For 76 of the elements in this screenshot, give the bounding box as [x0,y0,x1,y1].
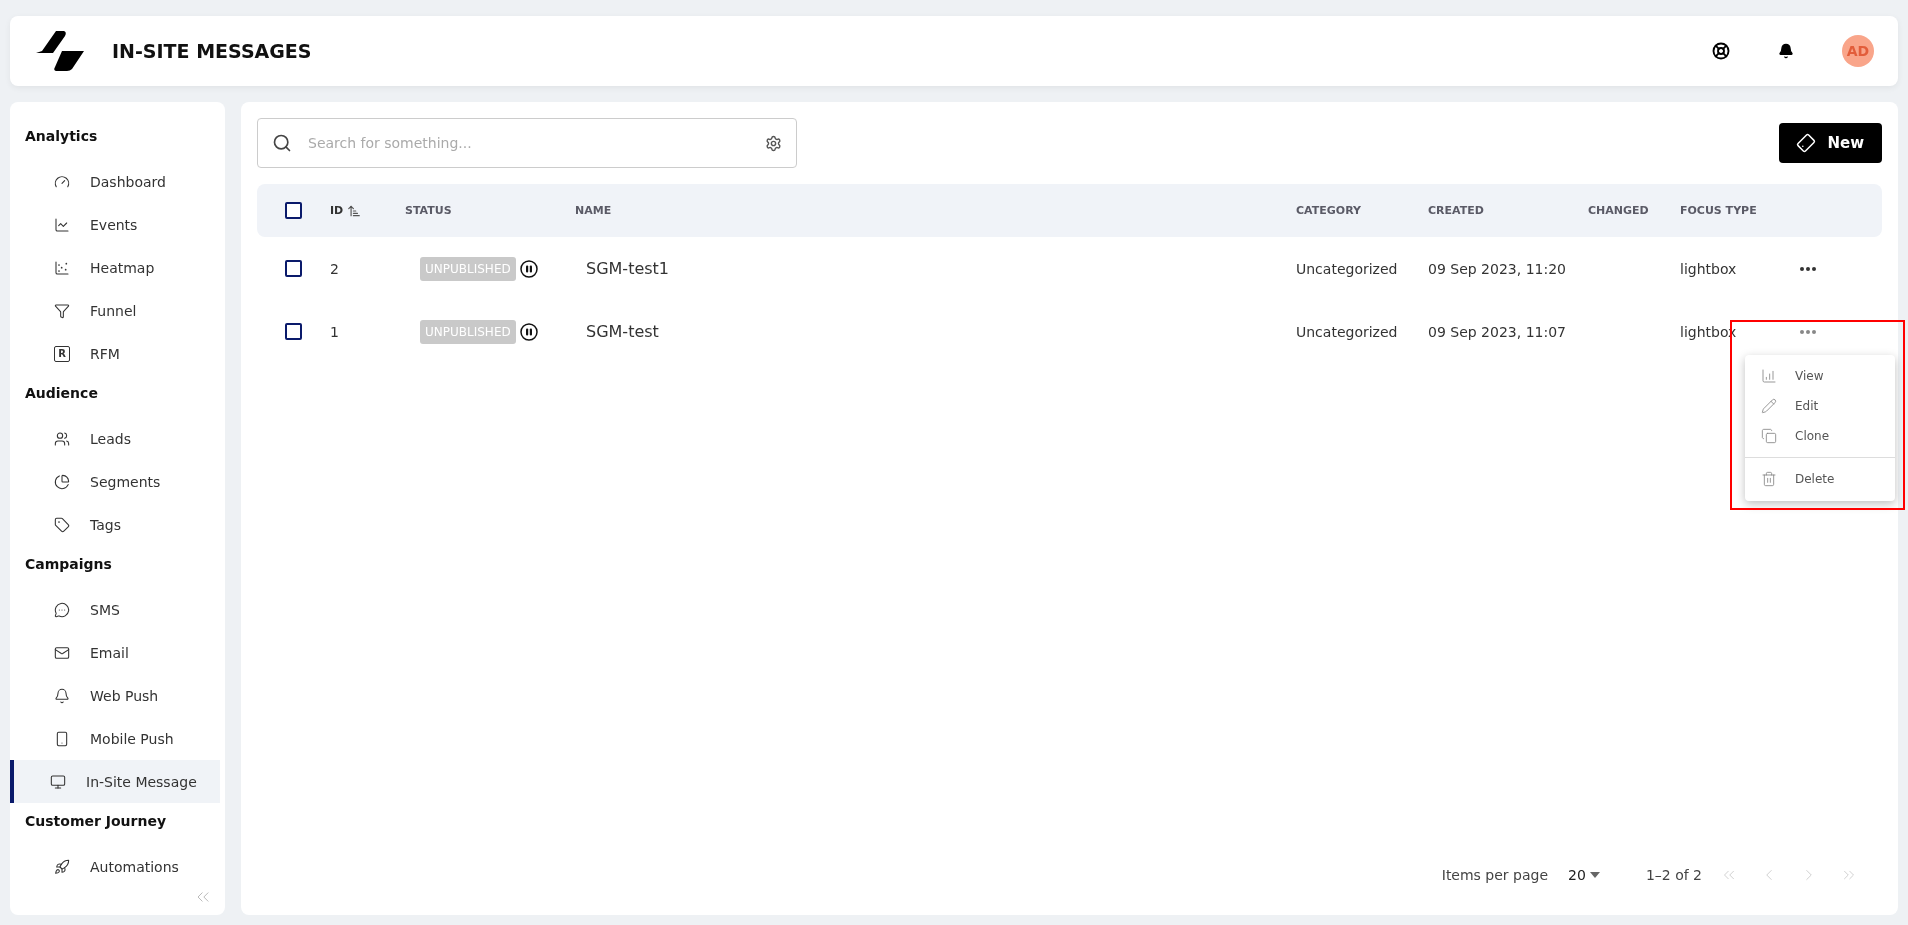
column-header[interactable]: NAME [575,204,612,217]
column-header[interactable]: FOCUS TYPE [1680,204,1757,217]
menu-item[interactable]: View [1745,360,1895,391]
ellipsis-icon [1800,266,1816,271]
sidebar-item[interactable]: Dashboard [10,160,220,203]
column-header[interactable]: ID [330,204,344,217]
sidebar-section-title: Audience [24,384,99,403]
sidebar-item[interactable]: Automations [10,845,220,888]
new-button[interactable]: New [1779,123,1882,163]
sidebar-item[interactable]: Web Push [10,674,220,717]
table-cell-text: SGM-test1 [585,259,671,278]
sidebar-item[interactable]: Segments [10,460,220,503]
phone-icon [54,730,70,747]
sidebar-item[interactable]: Email [10,631,220,674]
sidebar-item[interactable]: R RFM [10,332,220,375]
help-button[interactable] [1712,42,1730,60]
sidebar-section-title: Customer Journey [24,812,168,831]
pie-chart-icon [54,473,70,490]
select-all-checkbox[interactable] [285,202,302,219]
column-header[interactable]: CATEGORY [1296,204,1361,217]
sidebar-section-title: Campaigns [24,555,113,574]
pause-icon[interactable] [519,322,538,341]
settings-icon[interactable] [765,134,782,152]
monitor-icon [50,773,66,790]
bar-chart-icon [1761,367,1777,384]
page-title: IN-SITE MESSAGES [112,40,313,62]
page-size-select[interactable]: 20 [1562,866,1606,884]
row-checkbox[interactable] [285,323,302,340]
mail-icon [54,644,70,661]
more-options-button[interactable] [1800,266,1816,271]
sidebar-item[interactable]: Heatmap [10,246,220,289]
r-icon: R [54,345,70,362]
column-header[interactable]: STATUS [405,204,452,217]
table-cell-text: 09 Sep 2023, 11:07 [1428,323,1567,340]
column-header[interactable]: CREATED [1428,204,1484,217]
table-cell-text: lightbox [1680,260,1738,277]
rocket-icon [54,858,70,875]
sidebar-item[interactable]: Mobile Push [10,717,220,760]
tag-icon [54,516,70,533]
scatter-chart-icon [54,259,70,276]
sidebar-item[interactable]: Funnel [10,289,220,332]
caret-icon [1589,872,1600,878]
row-checkbox[interactable] [285,260,302,277]
pause-icon[interactable] [519,259,538,278]
sidebar-item[interactable]: SMS [10,588,220,631]
line-chart-icon [54,216,70,233]
copy-icon [1761,427,1777,444]
table-cell-text: 1 [330,323,340,340]
bell-icon [54,687,70,704]
sort-icon[interactable] [347,203,362,218]
table-cell-text: SGM-test [585,322,660,341]
filter-icon [54,302,70,319]
users-icon [54,430,70,447]
items-per-page-label: Items per page [1441,867,1549,883]
column-header[interactable]: CHANGED [1588,204,1649,217]
sidebar-item[interactable]: Leads [10,417,220,460]
table-cell-text: Uncategorized [1296,323,1399,340]
sidebar-item[interactable]: In-Site Message [10,760,220,803]
sidebar-section-title: Analytics [24,127,99,146]
gauge-icon [54,173,70,190]
notifications-button[interactable] [1778,43,1794,59]
sidebar-item[interactable]: Events [10,203,220,246]
menu-item[interactable]: Clone [1745,420,1895,451]
ellipsis-icon [1800,329,1816,334]
pencil-icon [1761,397,1777,414]
table-cell-text: Uncategorized [1296,260,1399,277]
table-cell-text: 09 Sep 2023, 11:20 [1428,260,1567,277]
sidebar-item[interactable]: Tags [10,503,220,546]
table-cell-text: 2 [330,260,340,277]
menu-item[interactable]: Edit [1745,390,1895,421]
page-range: 1–2 of 2 [1645,867,1702,883]
search-icon [272,133,292,153]
menu-item[interactable]: Delete [1745,456,1895,495]
trash-icon [1761,471,1777,487]
search-field[interactable]: Search for something... [257,118,797,168]
chat-icon [54,601,70,618]
